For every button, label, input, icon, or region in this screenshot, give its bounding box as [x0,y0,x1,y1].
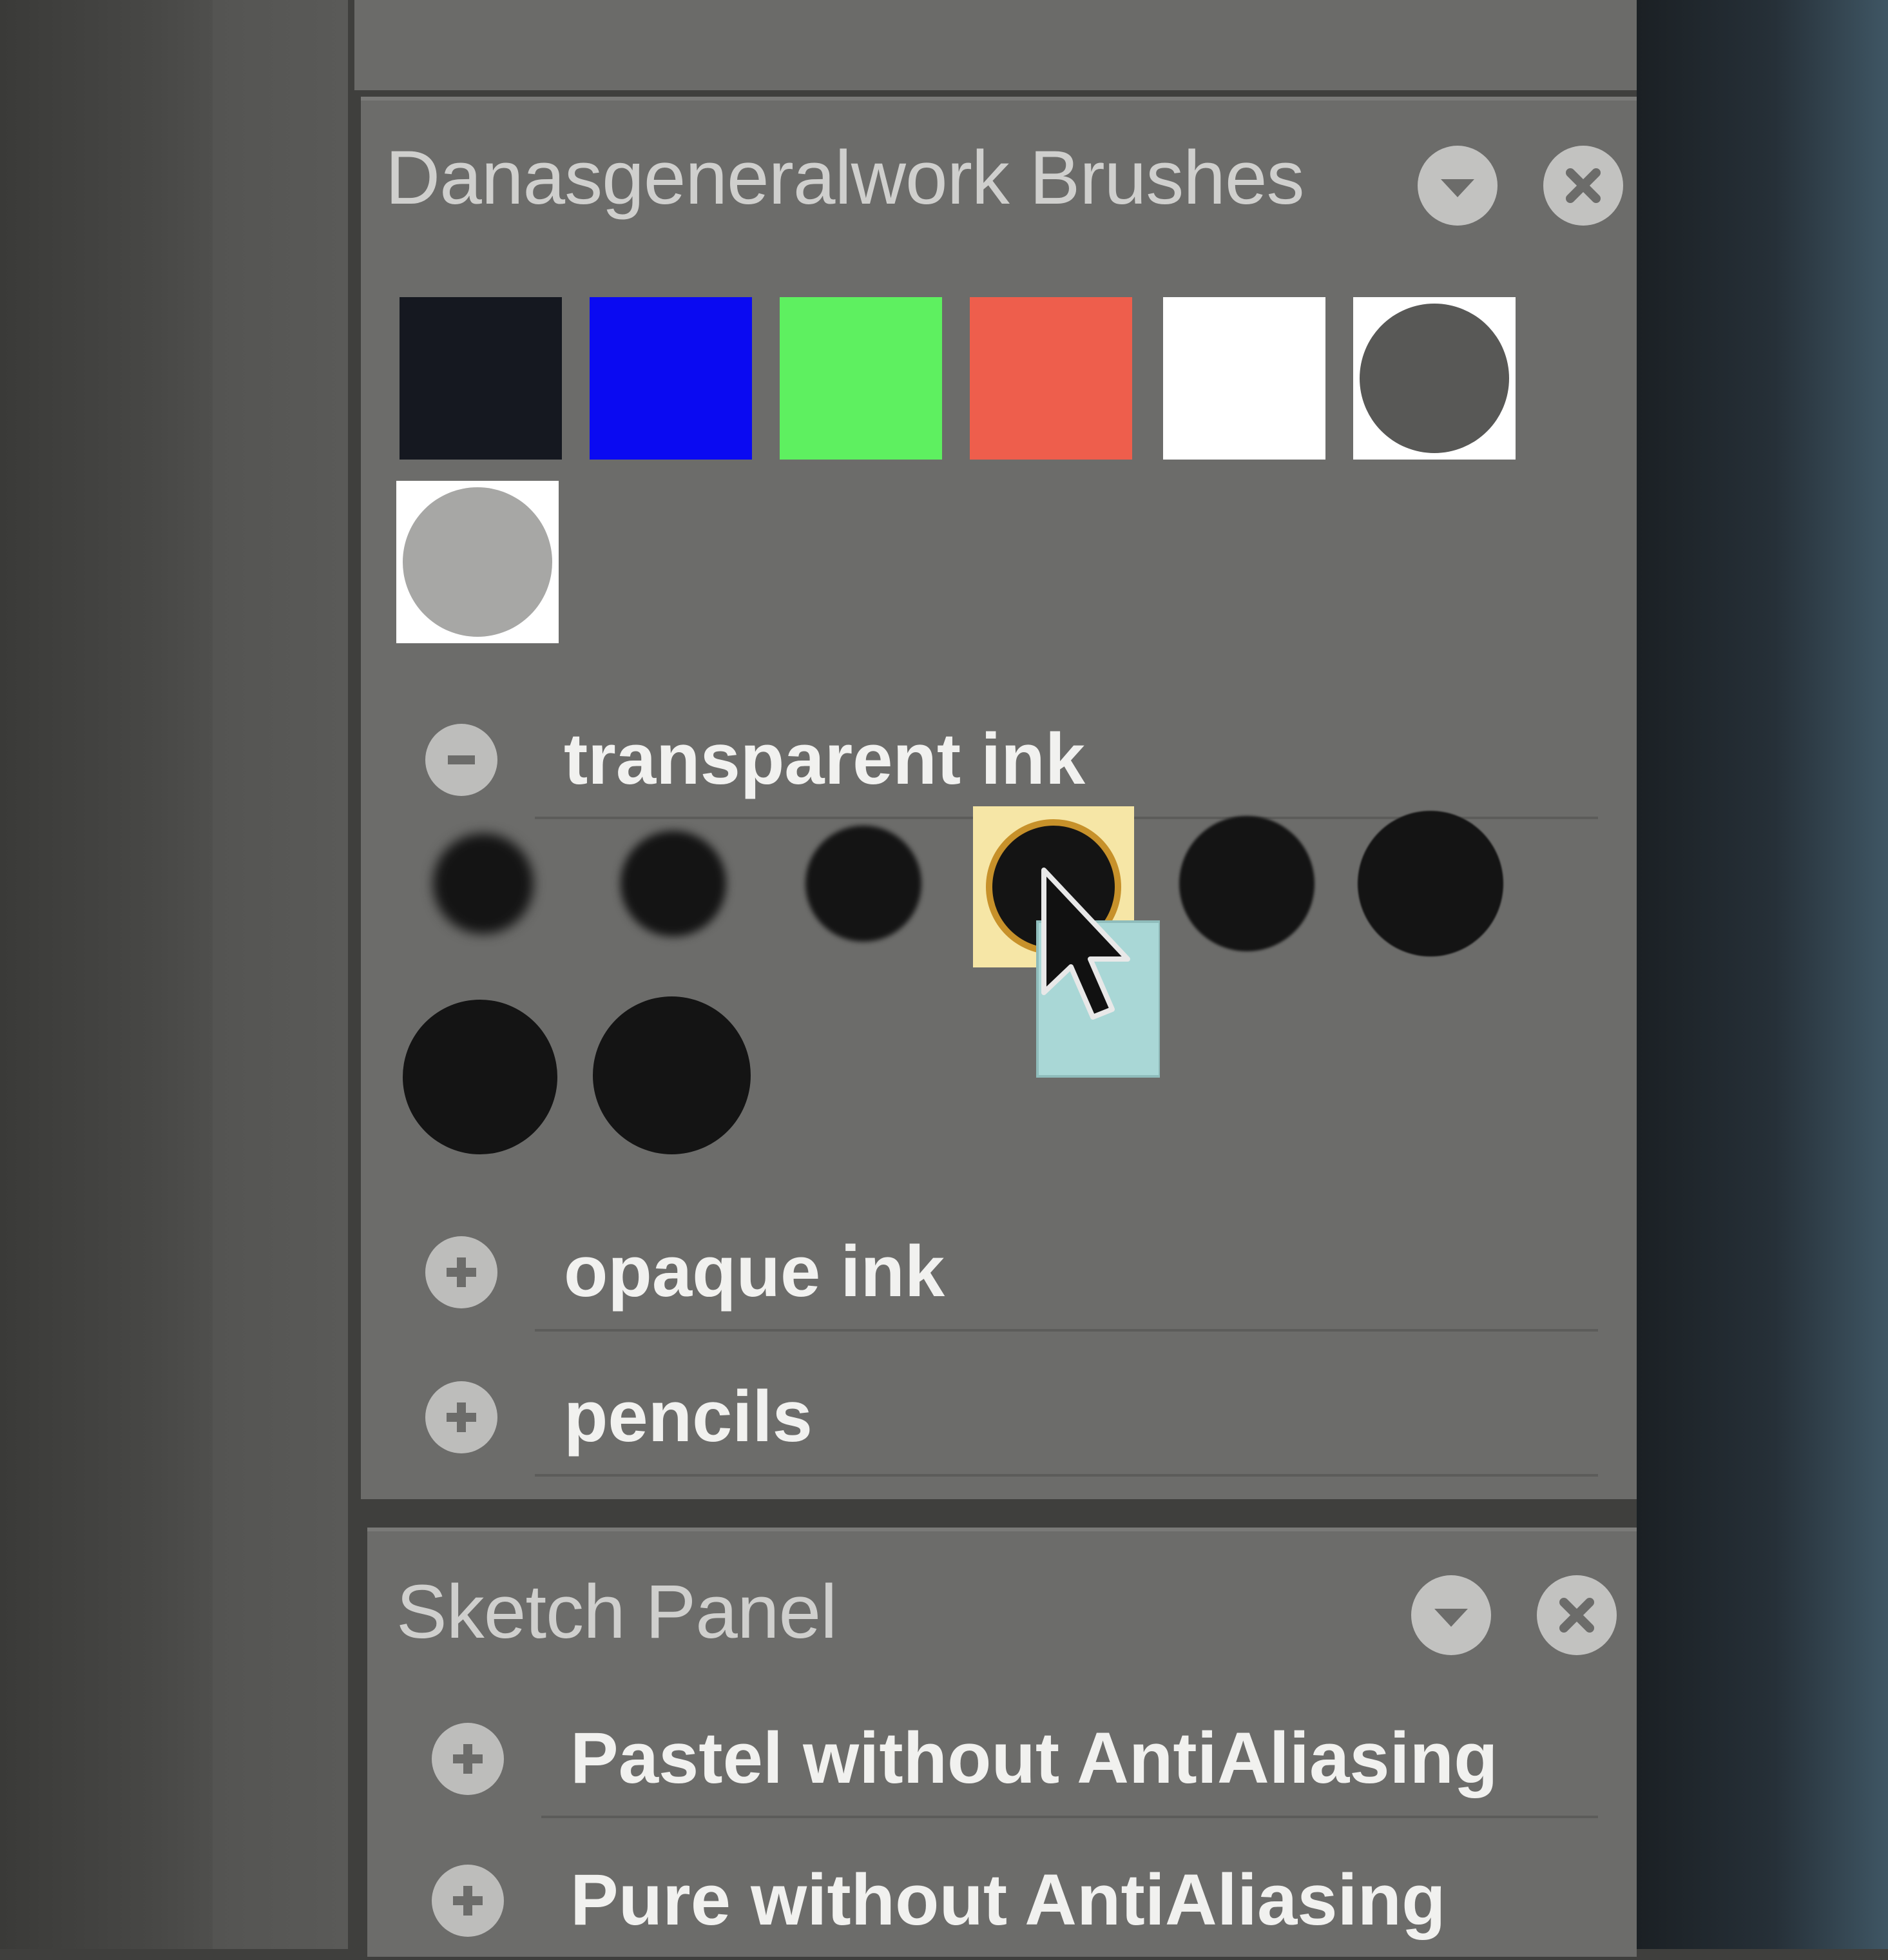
plus-circle-icon[interactable] [425,1381,497,1453]
sketch-panel: Sketch Panel Pastel without AntiAliasing… [367,1528,1637,1957]
group-pure-without-antialiasing[interactable]: Pure without AntiAliasing [367,1831,1637,1960]
minus-circle-icon[interactable] [425,724,497,796]
dock-edge [213,0,348,1949]
group-label: transparent ink [564,719,1086,799]
panel-title: Sketch Panel [396,1569,837,1654]
brush-tip-1[interactable] [419,819,548,948]
group-pastel-without-antialiasing[interactable]: Pastel without AntiAliasing [367,1689,1637,1818]
swatch-green[interactable] [780,297,942,460]
close-panel-button[interactable] [1543,146,1623,226]
swatch-transparent-gray[interactable] [396,481,559,643]
group-pencils[interactable]: pencils [361,1348,1637,1477]
chevron-down-icon [1434,1609,1468,1627]
background-right [1637,0,1888,1949]
brush-tip-6[interactable] [1356,810,1505,958]
panel-above [354,0,1637,90]
brush-tip-8[interactable] [593,996,751,1154]
group-transparent-ink[interactable]: transparent ink [361,690,1637,819]
collapse-panel-button[interactable] [1418,146,1498,226]
divider [535,1329,1598,1332]
brush-tip-5[interactable] [1176,813,1318,955]
divider [541,1816,1598,1818]
swatch-blue[interactable] [590,297,752,460]
group-label: Pure without AntiAliasing [570,1859,1446,1940]
swatch-transparent-dark[interactable] [1353,297,1516,460]
group-opaque-ink[interactable]: opaque ink [361,1203,1637,1332]
swatch-black[interactable] [400,297,562,460]
brush-tip-7[interactable] [403,1000,557,1154]
collapse-panel-button[interactable] [1411,1575,1491,1655]
group-label: pencils [564,1376,813,1457]
swatch-red[interactable] [970,297,1132,460]
group-label: Pastel without AntiAliasing [570,1718,1498,1798]
brush-tip-3[interactable] [799,819,928,948]
background-left [0,0,213,1949]
chevron-down-icon [1441,179,1474,197]
divider [535,1474,1598,1477]
swatch-white[interactable] [1163,297,1325,460]
close-icon [1559,1598,1594,1633]
plus-circle-icon[interactable] [425,1236,497,1308]
panel-title: Danasgeneralwork Brushes [385,135,1305,220]
close-icon [1566,168,1601,203]
plus-circle-icon[interactable] [432,1865,504,1937]
brush-tip-2[interactable] [609,819,738,948]
group-label: opaque ink [564,1231,945,1312]
arrow-cursor-icon [1036,868,1160,1078]
plus-circle-icon[interactable] [432,1723,504,1795]
close-panel-button[interactable] [1537,1575,1617,1655]
brushes-panel: Danasgeneralwork Brushes transparent ink [361,97,1637,1499]
